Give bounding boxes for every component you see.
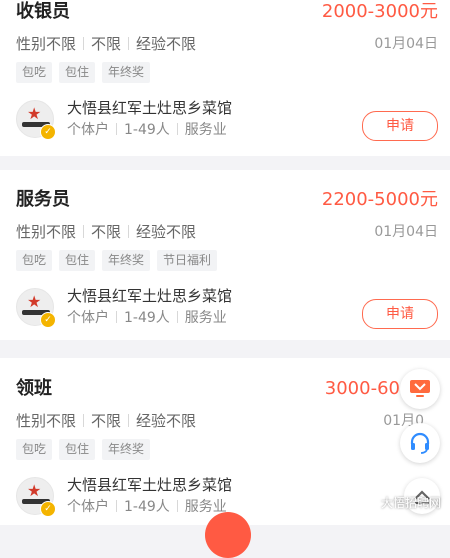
benefit-tag: 节日福利 — [157, 250, 218, 271]
experience-requirement: 经验不限 — [136, 223, 197, 241]
monitor-button[interactable] — [400, 369, 440, 409]
company-meta: 个体户 1-49人 服务业 — [67, 497, 227, 517]
education-requirement: 不限 — [91, 223, 122, 241]
job-salary: 3000-60 — [324, 378, 400, 399]
education-requirement: 不限 — [91, 412, 122, 430]
job-card[interactable]: 收银员 2000-3000元 性别不限 不限 经验不限 01月04日 包吃 包住 年… — [0, 0, 450, 156]
benefit-tag: 包吃 — [16, 62, 53, 83]
company-logo: ★ ✓ — [16, 288, 56, 328]
company-meta: 个体户 1-49人 服务业 — [67, 308, 227, 328]
benefit-tag: 年终奖 — [102, 250, 151, 271]
job-card[interactable]: 服务员 2200-5000元 性别不限 不限 经验不限 01月04日 包吃 包住 年… — [0, 170, 450, 340]
benefit-tags: 包吃 包住 年终奖 — [16, 439, 151, 460]
benefit-tag: 包住 — [59, 439, 96, 460]
job-salary: 2000-3000元 — [321, 1, 438, 22]
monitor-icon — [410, 380, 430, 397]
watermark: 大悟招聘网 — [360, 494, 441, 511]
company-logo: ★ ✓ — [16, 100, 56, 140]
job-title: 收银员 — [16, 1, 70, 22]
bottom-action-button[interactable] — [205, 512, 251, 558]
company-size: 1-49人 — [124, 310, 170, 326]
apply-button[interactable]: 申请 — [362, 299, 438, 329]
post-date: 01月04日 — [374, 36, 438, 52]
gender-requirement: 性别不限 — [16, 412, 77, 430]
verified-badge-icon: ✓ — [40, 501, 56, 517]
company-type: 个体户 — [67, 310, 109, 326]
job-title: 领班 — [16, 378, 52, 399]
company-name: 大悟县红军土灶思乡菜馆 — [67, 99, 233, 117]
gender-requirement: 性别不限 — [16, 223, 77, 241]
job-requirements: 性别不限 不限 经验不限 — [16, 222, 196, 242]
benefit-tag: 年终奖 — [102, 439, 151, 460]
company-logo: ★ ✓ — [16, 477, 56, 517]
company-size: 1-49人 — [124, 499, 170, 515]
experience-requirement: 经验不限 — [136, 412, 197, 430]
verified-badge-icon: ✓ — [40, 124, 56, 140]
job-requirements: 性别不限 不限 经验不限 — [16, 34, 196, 54]
benefit-tags: 包吃 包住 年终奖 — [16, 62, 151, 83]
benefit-tags: 包吃 包住 年终奖 节日福利 — [16, 250, 218, 271]
company-size: 1-49人 — [124, 122, 170, 138]
headset-icon — [410, 432, 430, 454]
benefit-tag: 包住 — [59, 62, 96, 83]
company-name: 大悟县红军土灶思乡菜馆 — [67, 476, 233, 494]
company-name: 大悟县红军土灶思乡菜馆 — [67, 287, 233, 305]
benefit-tag: 包吃 — [16, 250, 53, 271]
company-type: 个体户 — [67, 122, 109, 138]
gender-requirement: 性别不限 — [16, 35, 77, 53]
benefit-tag: 包吃 — [16, 439, 53, 460]
customer-service-button[interactable] — [400, 423, 440, 463]
post-date: 01月04日 — [374, 224, 438, 240]
verified-badge-icon: ✓ — [40, 312, 56, 328]
watermark-text: 大悟招聘网 — [381, 496, 442, 510]
wechat-icon — [360, 496, 376, 509]
benefit-tag: 包住 — [59, 250, 96, 271]
company-industry: 服务业 — [184, 310, 227, 326]
company-type: 个体户 — [67, 499, 109, 515]
company-industry: 服务业 — [184, 122, 227, 138]
apply-button[interactable]: 申请 — [362, 111, 438, 141]
company-meta: 个体户 1-49人 服务业 — [67, 120, 227, 140]
job-salary: 2200-5000元 — [321, 189, 438, 210]
benefit-tag: 年终奖 — [102, 62, 151, 83]
education-requirement: 不限 — [91, 35, 122, 53]
job-requirements: 性别不限 不限 经验不限 — [16, 411, 196, 431]
experience-requirement: 经验不限 — [136, 35, 197, 53]
job-title: 服务员 — [16, 189, 70, 210]
